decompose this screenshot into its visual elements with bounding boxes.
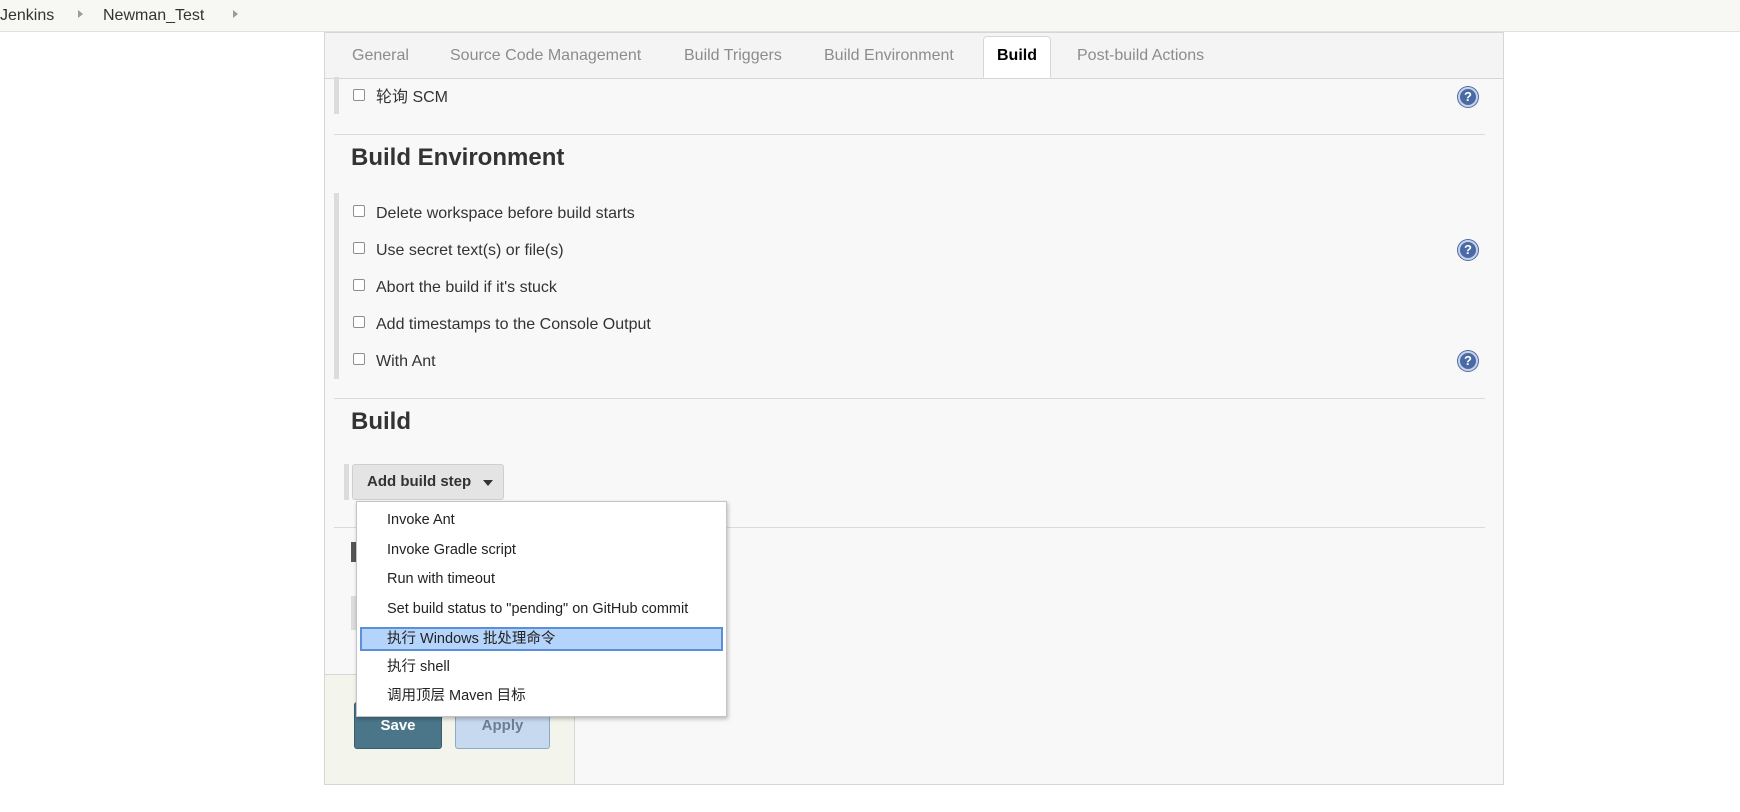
add-timestamps-label: Add timestamps to the Console Output xyxy=(376,316,651,333)
delete-workspace-label: Delete workspace before build starts xyxy=(376,205,635,222)
divider xyxy=(334,398,1485,399)
menu-item-execute-shell[interactable]: 执行 shell xyxy=(360,656,723,680)
menu-item-windows-batch[interactable]: 执行 Windows 批处理命令 xyxy=(360,627,723,651)
menu-item-maven-targets[interactable]: 调用顶层 Maven 目标 xyxy=(360,685,723,709)
breadcrumb-newman-test[interactable]: Newman_Test xyxy=(103,6,204,26)
menu-item-invoke-ant[interactable]: Invoke Ant xyxy=(360,509,723,533)
menu-item-set-build-status[interactable]: Set build status to "pending" on GitHub … xyxy=(360,598,723,622)
section-rail xyxy=(334,193,339,379)
add-build-step-button[interactable]: Add build step xyxy=(352,464,504,500)
build-environment-title: Build Environment xyxy=(351,144,565,171)
poll-scm-checkbox[interactable] xyxy=(353,89,365,101)
section-rail xyxy=(344,464,349,500)
breadcrumb-separator-icon xyxy=(233,10,238,18)
use-secret-checkbox[interactable] xyxy=(353,242,365,254)
menu-item-run-with-timeout[interactable]: Run with timeout xyxy=(360,568,723,592)
tab-build[interactable]: Build xyxy=(983,36,1051,78)
breadcrumb: Jenkins Newman_Test xyxy=(0,0,1740,32)
help-icon[interactable]: ? xyxy=(1458,87,1478,107)
with-ant-checkbox[interactable] xyxy=(353,353,365,365)
use-secret-label: Use secret text(s) or file(s) xyxy=(376,242,564,259)
build-title: Build xyxy=(351,408,411,435)
help-icon[interactable]: ? xyxy=(1458,351,1478,371)
help-icon[interactable]: ? xyxy=(1458,240,1478,260)
tab-build-triggers[interactable]: Build Triggers xyxy=(684,46,782,66)
tab-bar: General Source Code Management Build Tri… xyxy=(325,33,1503,79)
divider xyxy=(334,134,1485,135)
abort-stuck-checkbox[interactable] xyxy=(353,279,365,291)
tab-general[interactable]: General xyxy=(352,46,409,66)
menu-item-invoke-gradle[interactable]: Invoke Gradle script xyxy=(360,539,723,563)
tab-build-environment[interactable]: Build Environment xyxy=(824,46,954,66)
build-step-dropdown: Invoke Ant Invoke Gradle script Run with… xyxy=(356,501,727,717)
poll-scm-label: 轮询 SCM xyxy=(376,89,449,106)
with-ant-label: With Ant xyxy=(376,353,436,370)
caret-down-icon xyxy=(483,480,493,486)
tab-source-code-management[interactable]: Source Code Management xyxy=(450,46,641,66)
add-build-step-label: Add build step xyxy=(367,473,472,490)
abort-stuck-label: Abort the build if it's stuck xyxy=(376,279,557,296)
delete-workspace-checkbox[interactable] xyxy=(353,205,365,217)
add-timestamps-checkbox[interactable] xyxy=(353,316,365,328)
breadcrumb-separator-icon xyxy=(78,10,83,18)
section-rail xyxy=(334,77,339,114)
breadcrumb-jenkins[interactable]: Jenkins xyxy=(0,6,54,26)
tab-post-build-actions[interactable]: Post-build Actions xyxy=(1077,46,1204,66)
